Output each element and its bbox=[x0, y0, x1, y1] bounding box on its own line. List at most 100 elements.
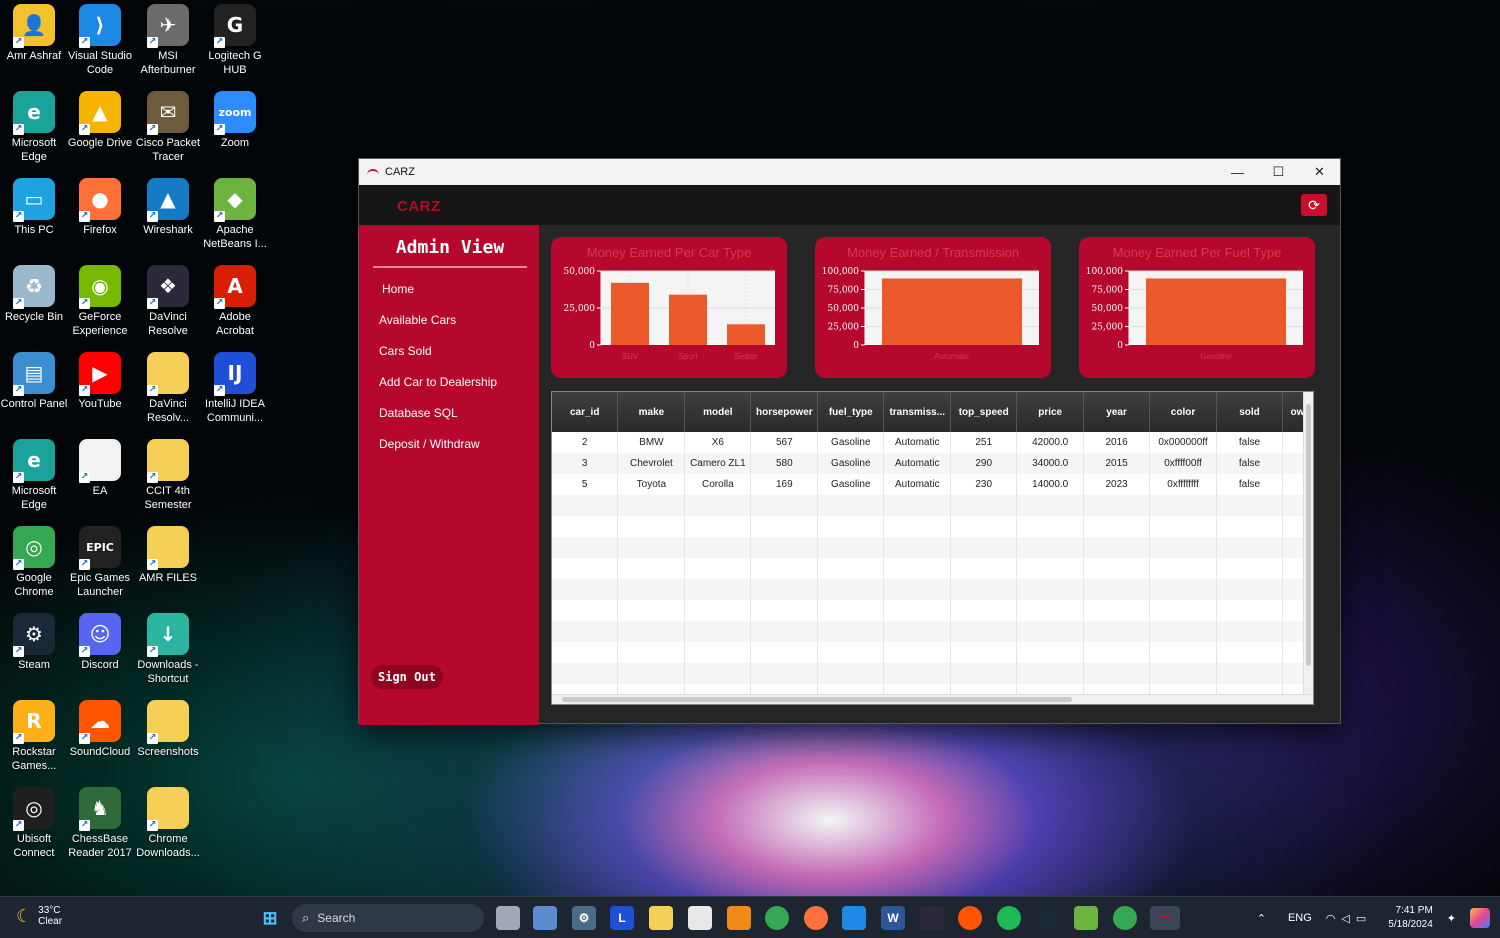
table-row[interactable] bbox=[552, 579, 1313, 600]
desktop-shortcut[interactable]: ▭ ↗ This PC bbox=[0, 178, 68, 237]
carz-taskbar-icon[interactable] bbox=[1150, 906, 1180, 930]
column-header[interactable]: model bbox=[684, 392, 752, 432]
settings-icon[interactable]: ⚙ bbox=[572, 906, 596, 930]
desktop-shortcut[interactable]: ▲ ↗ Google Drive bbox=[66, 91, 134, 150]
desktop-shortcut[interactable]: ↗ AMR FILES bbox=[134, 526, 202, 585]
table-row[interactable]: 5 Toyota Corolla 169 Gasoline Automatic 230 140… bbox=[552, 474, 1313, 495]
desktop-shortcut[interactable]: IJ ↗ IntelliJ IDEA Communi... bbox=[201, 352, 269, 425]
column-header[interactable]: make bbox=[617, 392, 686, 432]
photos-icon[interactable] bbox=[533, 906, 557, 930]
battery-icon[interactable]: ▭ bbox=[1356, 912, 1366, 925]
vscode-icon[interactable] bbox=[842, 906, 866, 930]
minimize-button[interactable]: — bbox=[1217, 159, 1258, 185]
table-horizontal-scrollbar[interactable] bbox=[552, 694, 1313, 704]
desktop-shortcut[interactable]: ♞ ↗ ChessBase Reader 2017 bbox=[66, 787, 134, 860]
nav-cars-sold[interactable]: Cars Sold bbox=[379, 341, 497, 372]
desktop-shortcut[interactable]: A ↗ Adobe Acrobat bbox=[201, 265, 269, 338]
nav-database-sql[interactable]: Database SQL bbox=[379, 403, 497, 434]
column-header[interactable]: year bbox=[1083, 392, 1151, 432]
maximize-button[interactable]: ☐ bbox=[1258, 159, 1299, 185]
l-app-icon[interactable]: L bbox=[610, 906, 634, 930]
table-vertical-scrollbar[interactable] bbox=[1303, 392, 1313, 696]
word-icon[interactable]: W bbox=[881, 906, 905, 930]
column-header[interactable]: top_speed bbox=[950, 392, 1018, 432]
file-explorer-icon[interactable] bbox=[649, 906, 673, 930]
spotify-icon[interactable] bbox=[997, 906, 1021, 930]
windows-start-icon[interactable]: ⊞ bbox=[258, 906, 282, 930]
nav-deposit-withdraw[interactable]: Deposit / Withdraw bbox=[379, 434, 497, 465]
desktop-shortcut[interactable]: zoom ↗ Zoom bbox=[201, 91, 269, 150]
column-header[interactable]: color bbox=[1149, 392, 1218, 432]
table-row[interactable] bbox=[552, 642, 1313, 663]
wifi-icon[interactable]: ◠ bbox=[1326, 912, 1336, 925]
column-header[interactable]: price bbox=[1016, 392, 1085, 432]
desktop-shortcut[interactable]: ↗ DaVinci Resolv... bbox=[134, 352, 202, 425]
refresh-button[interactable]: ⟳ bbox=[1301, 194, 1327, 216]
table-row[interactable] bbox=[552, 516, 1313, 537]
window-titlebar[interactable]: CARZ — ☐ ✕ bbox=[359, 159, 1340, 185]
nav-add-car[interactable]: Add Car to Dealership bbox=[379, 372, 497, 403]
desktop-shortcut[interactable]: ☺ ↗ Discord bbox=[66, 613, 134, 672]
firefox-icon[interactable] bbox=[804, 906, 828, 930]
desktop-shortcut[interactable]: ⚙ ↗ Steam bbox=[0, 613, 68, 672]
nav-available-cars[interactable]: Available Cars bbox=[379, 310, 497, 341]
soundcloud-icon[interactable] bbox=[958, 906, 982, 930]
desktop-shortcut[interactable]: ● ↗ Firefox bbox=[66, 178, 134, 237]
weather-widget[interactable]: ☾ 33°C Clear bbox=[16, 905, 62, 927]
table-row[interactable] bbox=[552, 600, 1313, 621]
desktop-shortcut[interactable]: ♻ ↗ Recycle Bin bbox=[0, 265, 68, 324]
table-row[interactable]: 3 Chevrolet Camero ZL1 580 Gasoline Automatic… bbox=[552, 453, 1313, 474]
table-row[interactable] bbox=[552, 558, 1313, 579]
notification-icon[interactable]: ✦ bbox=[1447, 912, 1456, 925]
desktop-shortcut[interactable]: ↗ CCIT 4th Semester bbox=[134, 439, 202, 512]
column-header[interactable]: sold bbox=[1216, 392, 1283, 432]
desktop-shortcut[interactable]: ▶ ↗ YouTube bbox=[66, 352, 134, 411]
desktop-shortcut[interactable]: ↗ EA bbox=[66, 439, 134, 498]
taskbar-search[interactable]: ⌕ Search bbox=[292, 904, 484, 932]
cars-table[interactable]: car_id make model horsepower fuel_type transm… bbox=[551, 391, 1314, 705]
desktop-shortcut[interactable]: ▤ ↗ Control Panel bbox=[0, 352, 68, 411]
table-row[interactable] bbox=[552, 663, 1313, 684]
desktop-shortcut[interactable]: 👤 ↗ Amr Ashraf bbox=[0, 4, 68, 63]
table-row[interactable] bbox=[552, 495, 1313, 516]
desktop-shortcut[interactable]: e ↗ Microsoft Edge bbox=[0, 91, 68, 164]
volume-icon[interactable]: ◁ bbox=[1341, 912, 1349, 925]
netbeans-icon[interactable] bbox=[1074, 906, 1098, 930]
desktop-shortcut[interactable]: ✈ ↗ MSI Afterburner bbox=[134, 4, 202, 77]
chevron-up-icon[interactable]: ⌃ bbox=[1257, 912, 1266, 925]
desktop-shortcut[interactable]: ◆ ↗ Apache NetBeans I... bbox=[201, 178, 269, 251]
language-indicator[interactable]: ENG bbox=[1288, 912, 1312, 924]
sublime-icon[interactable] bbox=[727, 906, 751, 930]
desktop-shortcut[interactable]: G ↗ Logitech G HUB bbox=[201, 4, 269, 77]
table-row[interactable] bbox=[552, 537, 1313, 558]
desktop-shortcut[interactable]: ↓ ↗ Downloads - Shortcut bbox=[134, 613, 202, 686]
desktop-shortcut[interactable]: ✉ ↗ Cisco Packet Tracer bbox=[134, 91, 202, 164]
desktop-shortcut[interactable]: ❖ ↗ DaVinci Resolve bbox=[134, 265, 202, 338]
chrome-icon[interactable] bbox=[765, 906, 789, 930]
chrome-profile-icon[interactable] bbox=[1113, 906, 1137, 930]
desktop-shortcut[interactable]: ◎ ↗ Ubisoft Connect bbox=[0, 787, 68, 860]
desktop-shortcut[interactable]: ◉ ↗ GeForce Experience bbox=[66, 265, 134, 338]
task-view-icon[interactable] bbox=[496, 906, 520, 930]
copilot-icon[interactable] bbox=[1470, 908, 1490, 928]
column-header[interactable]: transmiss... bbox=[883, 392, 952, 432]
desktop-shortcut[interactable]: ↗ Screenshots bbox=[134, 700, 202, 759]
column-header[interactable]: horsepower bbox=[750, 392, 819, 432]
desktop-shortcut[interactable]: e ↗ Microsoft Edge bbox=[0, 439, 68, 512]
desktop-shortcut[interactable]: ⟩ ↗ Visual Studio Code bbox=[66, 4, 134, 77]
column-header[interactable]: fuel_type bbox=[817, 392, 885, 432]
clock[interactable]: 7:41 PM 5/18/2024 bbox=[1388, 904, 1433, 932]
sign-out-button[interactable]: Sign Out bbox=[371, 665, 443, 689]
desktop-shortcut[interactable]: ◎ ↗ Google Chrome bbox=[0, 526, 68, 599]
desktop-shortcut[interactable]: ☁ ↗ SoundCloud bbox=[66, 700, 134, 759]
table-row[interactable]: 2 BMW X6 567 Gasoline Automatic 251 42000.0 2016… bbox=[552, 432, 1313, 453]
close-button[interactable]: ✕ bbox=[1299, 159, 1340, 185]
desktop-shortcut[interactable]: ↗ Chrome Downloads... bbox=[134, 787, 202, 860]
desktop-shortcut[interactable]: EPIC ↗ Epic Games Launcher bbox=[66, 526, 134, 599]
desktop-shortcut[interactable]: ▲ ↗ Wireshark bbox=[134, 178, 202, 237]
desktop-shortcut[interactable]: R ↗ Rockstar Games... bbox=[0, 700, 68, 773]
nav-home[interactable]: Home bbox=[382, 279, 497, 310]
steam-icon[interactable] bbox=[1036, 906, 1060, 930]
store-icon[interactable] bbox=[688, 906, 712, 930]
table-row[interactable] bbox=[552, 621, 1313, 642]
